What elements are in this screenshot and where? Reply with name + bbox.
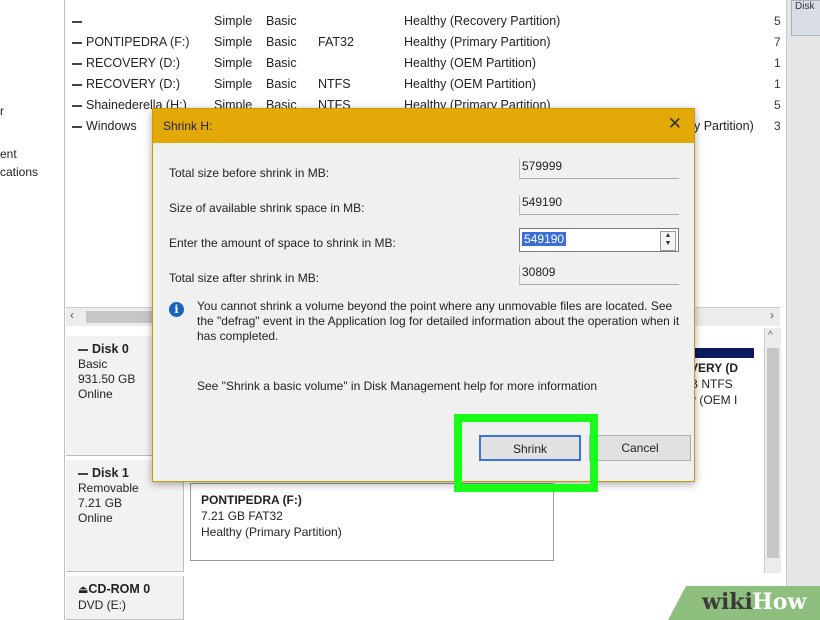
cdrom-label[interactable]: ⏏CD-ROM 0 DVD (E:) — [66, 576, 184, 620]
scroll-left-icon[interactable]: ‹ — [70, 308, 74, 322]
shrink-amount-label: Enter the amount of space to shrink in M… — [169, 236, 396, 250]
spin-stepper-icon[interactable]: ▲ ▼ — [660, 231, 676, 251]
navigation-pane: r ent cations — [0, 0, 65, 620]
volume-type: Basic — [266, 77, 297, 91]
highlight-box — [454, 414, 598, 492]
volume-icon — [72, 104, 82, 107]
volume-status: Healthy (OEM Partition) — [404, 56, 536, 70]
volume-fs: FAT32 — [318, 35, 354, 49]
scroll-up-icon[interactable]: ^ — [768, 330, 773, 341]
partition-recovery[interactable]: VERY (D B NTFS y (OEM I — [690, 348, 754, 434]
cdrom-icon: ⏏ — [78, 584, 89, 596]
disk-title: Disk 0 — [92, 342, 129, 356]
scroll-thumb[interactable] — [767, 348, 779, 558]
cutoff-value: 1 — [774, 56, 781, 70]
volume-fs: NTFS — [318, 77, 351, 91]
volume-layout: Simple — [214, 77, 253, 91]
wikihow-watermark: wiki How — [668, 586, 820, 620]
volume-type: Basic — [266, 14, 297, 28]
size-after-value: 30809 — [519, 265, 679, 285]
partition-size: B NTFS — [690, 377, 733, 391]
cutoff-value: 3 — [774, 119, 781, 133]
cutoff-value: 1 — [774, 77, 781, 91]
volume-name: RECOVERY (D:) — [86, 77, 181, 91]
available-space-value: 549190 — [519, 195, 679, 215]
partition-size: 7.21 GB FAT32 — [201, 509, 283, 523]
shrink-dialog: Shrink H: ✕ Total size before shrink in … — [152, 108, 695, 482]
dialog-title: Shrink H: — [163, 119, 213, 133]
disk-icon — [78, 472, 88, 475]
cancel-button[interactable]: Cancel — [589, 435, 691, 461]
volume-status: Healthy (OEM Partition) — [404, 77, 536, 91]
partition-name: PONTIPEDRA (F:) — [201, 493, 302, 507]
disk-title: Disk 1 — [92, 466, 129, 480]
volume-status: y Partition) — [694, 119, 754, 133]
disk-type: Removable — [78, 481, 139, 495]
size-before-value: 579999 — [519, 159, 679, 179]
cutoff-value: 5 — [774, 14, 781, 28]
info-icon: i — [169, 302, 184, 317]
volume-row[interactable]: RECOVERY (D:) Simple Basic Healthy (OEM … — [66, 56, 786, 74]
cutoff-value: 7 — [774, 35, 781, 49]
volume-row[interactable]: PONTIPEDRA (F:) Simple Basic FAT32 Healt… — [66, 35, 786, 53]
disk-icon — [78, 348, 88, 351]
actions-pane: Disk — [786, 0, 820, 620]
partition-status: y (OEM I — [690, 393, 738, 407]
disk-size: 7.21 GB — [78, 496, 123, 510]
volume-icon — [72, 41, 82, 44]
info-message: You cannot shrink a volume beyond the po… — [197, 299, 680, 343]
partition-status: Healthy (Primary Partition) — [201, 525, 342, 539]
volume-type: Basic — [266, 35, 297, 49]
disk-type: DVD (E:) — [78, 598, 126, 612]
disk-state: Online — [78, 511, 113, 525]
volume-icon — [72, 20, 82, 23]
nav-item[interactable]: ent — [0, 147, 17, 161]
dialog-titlebar[interactable]: Shrink H: ✕ — [153, 109, 694, 143]
nav-item[interactable]: cations — [0, 165, 38, 179]
volume-type: Basic — [266, 56, 297, 70]
volume-icon — [72, 125, 82, 128]
partition-name: VERY (D — [690, 361, 739, 375]
cutoff-value: 5 — [774, 98, 781, 112]
volume-layout: Simple — [214, 35, 253, 49]
size-before-label: Total size before shrink in MB: — [169, 166, 330, 180]
disk-title: CD-ROM 0 — [88, 582, 151, 596]
volume-icon — [72, 62, 82, 65]
pane-divider — [64, 0, 65, 620]
volume-status: Healthy (Primary Partition) — [404, 35, 551, 49]
volume-name: Windows — [86, 119, 137, 133]
watermark-text: wiki — [702, 589, 753, 615]
volume-status: Healthy (Recovery Partition) — [404, 14, 561, 28]
volume-row[interactable]: Simple Basic Healthy (Recovery Partition… — [66, 14, 786, 32]
vertical-scrollbar[interactable]: ^ — [764, 328, 781, 573]
scroll-right-icon[interactable]: › — [770, 308, 774, 322]
partition-bar — [690, 348, 754, 358]
shrink-amount-input[interactable]: 549190 ▲ ▼ — [519, 228, 679, 252]
size-after-label: Total size after shrink in MB: — [169, 271, 320, 285]
volume-row[interactable]: RECOVERY (D:) Simple Basic NTFS Healthy … — [66, 77, 786, 95]
volume-name: PONTIPEDRA (F:) — [86, 35, 190, 49]
partition-pontipedra[interactable]: PONTIPEDRA (F:) 7.21 GB FAT32 Healthy (P… — [190, 483, 554, 561]
available-space-label: Size of available shrink space in MB: — [169, 201, 365, 215]
watermark-text: How — [752, 589, 807, 615]
close-icon[interactable]: ✕ — [668, 114, 682, 134]
disk-action-button[interactable]: Disk — [791, 0, 820, 36]
volume-name: RECOVERY (D:) — [86, 56, 181, 70]
nav-item[interactable]: r — [0, 104, 4, 118]
help-link-text: See "Shrink a basic volume" in Disk Mana… — [197, 379, 598, 393]
volume-icon — [72, 83, 82, 86]
volume-layout: Simple — [214, 14, 253, 28]
shrink-amount-value[interactable]: 549190 — [522, 232, 567, 246]
volume-layout: Simple — [214, 56, 253, 70]
